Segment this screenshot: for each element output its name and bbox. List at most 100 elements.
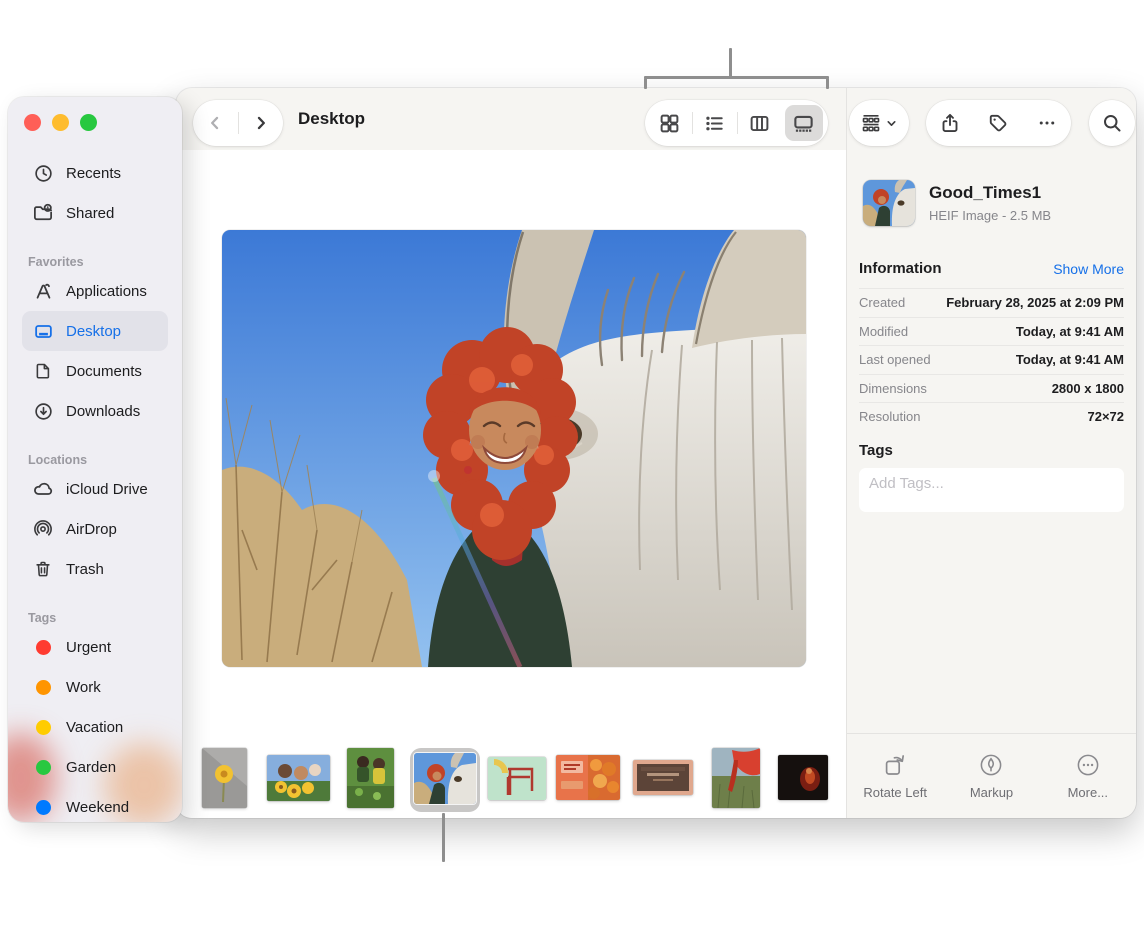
- finder-sidebar: Recents Shared Favorites Applications De…: [8, 97, 182, 822]
- file-name: Good_Times1: [929, 183, 1051, 203]
- markup-icon: [979, 753, 1003, 777]
- action-label: Markup: [970, 785, 1013, 800]
- chevron-right-icon: [252, 114, 270, 132]
- thumbnail-sunflowers[interactable]: [267, 755, 330, 801]
- airdrop-icon: [32, 518, 54, 540]
- back-button[interactable]: [193, 100, 238, 146]
- sidebar-item-desktop[interactable]: Desktop: [22, 311, 168, 351]
- chevron-down-icon: [886, 118, 897, 129]
- sidebar-item-icloud-drive[interactable]: iCloud Drive: [8, 469, 182, 509]
- forward-button[interactable]: [238, 100, 283, 146]
- share-button[interactable]: [940, 113, 960, 133]
- inspector-toolbar: [847, 88, 1136, 150]
- sidebar-item-shared[interactable]: Shared: [8, 193, 182, 233]
- traffic-lights: [24, 114, 97, 131]
- sidebar-item-label: Urgent: [66, 639, 111, 656]
- file-meta: HEIF Image - 2.5 MB: [929, 208, 1051, 223]
- tags-heading: Tags: [859, 442, 893, 459]
- callout-top-tick-left: [644, 78, 647, 89]
- sidebar-item-downloads[interactable]: Downloads: [8, 391, 182, 431]
- more-circle-icon: [1076, 753, 1100, 777]
- info-row-dimensions: Dimensions 2800 x 1800: [859, 374, 1124, 403]
- gallery-view-icon: [793, 113, 814, 134]
- thumbnail-chair[interactable]: [488, 757, 546, 800]
- zoom-button[interactable]: [80, 114, 97, 131]
- sidebar-item-documents[interactable]: Documents: [8, 351, 182, 391]
- rotate-left-icon: [883, 753, 907, 777]
- add-tags-input[interactable]: [859, 468, 1124, 512]
- section-label-locations: Locations: [8, 441, 182, 469]
- minimize-button[interactable]: [52, 114, 69, 131]
- info-row-created: Created February 28, 2025 at 2:09 PM: [859, 288, 1124, 317]
- markup-button[interactable]: Markup: [943, 734, 1039, 818]
- sidebar-item-label: Recents: [66, 165, 121, 182]
- row-value: 72×72: [1087, 409, 1124, 424]
- grid-view-icon: [659, 113, 680, 134]
- tag-dot-orange: [36, 680, 51, 695]
- list-view-button[interactable]: [693, 100, 737, 146]
- thumbnail-framed-sign[interactable]: [633, 760, 693, 795]
- more-action-button[interactable]: More...: [1040, 734, 1136, 818]
- search-button[interactable]: [1089, 100, 1135, 146]
- clock-icon: [32, 162, 54, 184]
- action-pill: [926, 100, 1071, 146]
- row-label: Last opened: [859, 352, 931, 367]
- sidebar-item-tag-garden[interactable]: Garden: [8, 747, 182, 787]
- sidebar-item-tag-weekend[interactable]: Weekend: [8, 787, 182, 822]
- section-label-favorites: Favorites: [8, 243, 182, 271]
- thumbnail-selected-image: [414, 753, 476, 804]
- sidebar-item-airdrop[interactable]: AirDrop: [8, 509, 182, 549]
- sidebar-item-recents[interactable]: Recents: [8, 153, 182, 193]
- group-button[interactable]: [849, 100, 909, 146]
- tag-dot-red: [36, 640, 51, 655]
- gallery-content: [176, 150, 846, 818]
- sidebar-item-trash[interactable]: Trash: [8, 549, 182, 589]
- ellipsis-icon: [1037, 113, 1057, 133]
- sidebar-item-tag-work[interactable]: Work: [8, 667, 182, 707]
- gallery-photo-preview: [222, 230, 806, 667]
- thumbnail-flower[interactable]: [202, 748, 247, 808]
- thumbnail-red-fabric-field[interactable]: [712, 748, 760, 808]
- sidebar-item-applications[interactable]: Applications: [8, 271, 182, 311]
- sidebar-item-label: Downloads: [66, 403, 140, 420]
- thumbnail-market-poster[interactable]: [556, 755, 620, 800]
- info-row-last-opened: Last opened Today, at 9:41 AM: [859, 345, 1124, 374]
- sidebar-item-label: Weekend: [66, 799, 129, 816]
- thumbnail-dark-red[interactable]: [778, 755, 828, 800]
- sidebar-item-label: Garden: [66, 759, 116, 776]
- rotate-left-button[interactable]: Rotate Left: [847, 734, 943, 818]
- document-icon: [32, 360, 54, 382]
- more-button[interactable]: [1037, 113, 1057, 133]
- sidebar-item-label: Trash: [66, 561, 104, 578]
- row-label: Resolution: [859, 409, 920, 424]
- column-view-button[interactable]: [738, 100, 782, 146]
- info-row-resolution: Resolution 72×72: [859, 402, 1124, 431]
- sidebar-item-label: Documents: [66, 363, 142, 380]
- thumbnail-selected-donkey[interactable]: [410, 748, 480, 812]
- tags-button[interactable]: [988, 113, 1008, 133]
- sidebar-item-label: AirDrop: [66, 521, 117, 538]
- tag-icon: [988, 113, 1008, 133]
- desktop-icon: [32, 320, 54, 342]
- action-label: More...: [1068, 785, 1108, 800]
- search-icon: [1102, 113, 1122, 133]
- column-view-icon: [749, 113, 770, 134]
- inspector-action-bar: Rotate Left Markup More...: [847, 733, 1136, 818]
- tag-dot-yellow: [36, 720, 51, 735]
- applications-icon: [32, 280, 54, 302]
- callout-top-stem: [729, 48, 732, 78]
- finder-window: Desktop: [176, 88, 1136, 818]
- sidebar-item-tag-vacation[interactable]: Vacation: [8, 707, 182, 747]
- back-forward-group: [193, 100, 283, 146]
- row-value: Today, at 9:41 AM: [1016, 324, 1124, 339]
- cloud-icon: [32, 478, 54, 500]
- sidebar-item-label: iCloud Drive: [66, 481, 148, 498]
- sidebar-item-tag-urgent[interactable]: Urgent: [8, 627, 182, 667]
- close-button[interactable]: [24, 114, 41, 131]
- row-value: February 28, 2025 at 2:09 PM: [946, 295, 1124, 310]
- sidebar-item-label: Vacation: [66, 719, 123, 736]
- thumbnail-garden[interactable]: [347, 748, 394, 808]
- gallery-view-button[interactable]: [782, 100, 826, 146]
- icon-view-button[interactable]: [648, 100, 692, 146]
- show-more-link[interactable]: Show More: [1053, 261, 1124, 277]
